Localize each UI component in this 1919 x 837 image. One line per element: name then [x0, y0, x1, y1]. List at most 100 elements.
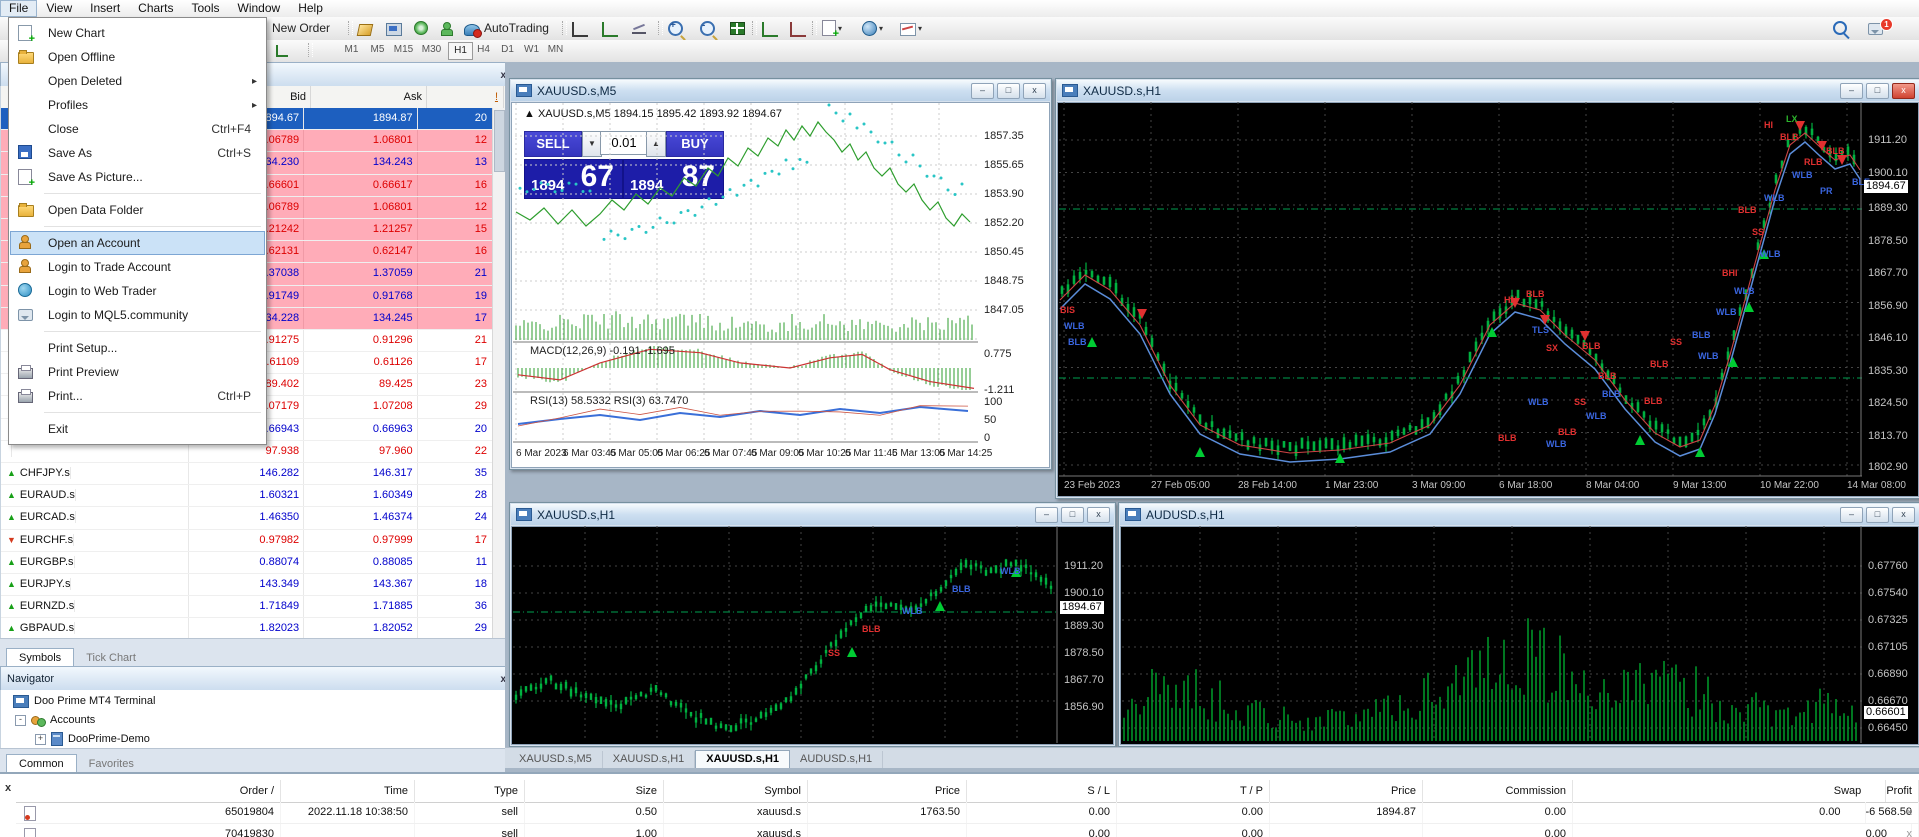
market-watch-row[interactable]: EURCHF.s 0.97982 0.97999 17	[1, 530, 493, 552]
tree-item-accounts[interactable]: - Accounts	[15, 711, 95, 729]
panel-tab[interactable]: Symbols	[6, 648, 74, 667]
file-menu-item[interactable]: Open Deleted	[10, 69, 265, 93]
autotrading-button[interactable]: AutoTrading	[484, 19, 549, 37]
close-position-icon[interactable]: x	[1907, 824, 1913, 837]
window-titlebar[interactable]: XAUUSD.s,H1 – □ x	[511, 504, 1114, 525]
file-menu-item[interactable]: Print... Ctrl+P	[10, 384, 265, 408]
menu-item[interactable]: File	[0, 0, 37, 17]
file-menu-item[interactable]: Open an Account	[10, 231, 265, 255]
market-watch-row[interactable]: CHFJPY.s 146.282 146.317 35	[1, 463, 493, 485]
restore-button[interactable]: □	[1866, 507, 1889, 523]
volume-decrease-button[interactable]: ▼	[582, 131, 602, 157]
file-menu-item[interactable]: Save As Picture...	[10, 165, 265, 189]
panel-tab[interactable]: Tick Chart	[74, 649, 148, 667]
minimize-button[interactable]: –	[1840, 83, 1863, 99]
minimize-button[interactable]: –	[1840, 507, 1863, 523]
zoom-out-icon[interactable]: -	[700, 19, 715, 37]
options-icon[interactable]	[440, 19, 452, 37]
terminal-column-header[interactable]: S / L	[967, 780, 1117, 802]
terminal-column-header[interactable]: Profit	[1886, 780, 1919, 802]
collapse-icon[interactable]: -	[15, 715, 26, 726]
timeframe-button[interactable]: W1	[520, 42, 543, 58]
file-menu-item[interactable]: Save As Ctrl+S	[10, 141, 265, 165]
panel-tab[interactable]: Favorites	[77, 755, 146, 773]
col-spread[interactable]: !	[427, 86, 504, 108]
market-watch-scrollbar[interactable]	[492, 108, 506, 638]
timeframe-button[interactable]: D1	[496, 42, 519, 58]
menu-item[interactable]: Charts	[129, 0, 182, 17]
menu-item[interactable]: Help	[289, 0, 332, 17]
expand-icon[interactable]: +	[35, 734, 46, 745]
volume-increase-button[interactable]: ▲	[646, 131, 666, 157]
terminal-column-header[interactable]: Swap	[1573, 780, 1886, 802]
restore-button[interactable]: □	[1061, 507, 1084, 523]
terminal-column-header[interactable]: Symbol	[664, 780, 808, 802]
chart-canvas-h1b[interactable]	[511, 526, 1114, 745]
timeframe-button[interactable]: M1	[340, 42, 363, 58]
chart-tab[interactable]: XAUUSD.s,H1	[695, 750, 790, 768]
tree-item-account-demo[interactable]: + DooPrime-Demo	[35, 730, 150, 748]
chart-canvas-h1[interactable]	[1057, 102, 1919, 497]
history-center-icon[interactable]	[358, 19, 372, 37]
terminal-column-header[interactable]: Time	[281, 780, 415, 802]
file-menu-item[interactable]: Open Data Folder	[10, 198, 265, 222]
buy-button[interactable]: BUY	[666, 131, 724, 157]
zoom-in-icon[interactable]: +	[668, 19, 683, 37]
chart-tab[interactable]: AUDUSD.s,H1	[790, 751, 883, 768]
file-menu-item[interactable]: New Chart	[10, 21, 265, 45]
terminal-column-header[interactable]: Price	[1270, 780, 1423, 802]
file-menu-item[interactable]: Print Setup...	[10, 336, 265, 360]
menu-item[interactable]: Tools	[183, 0, 229, 17]
close-button[interactable]: x	[1892, 83, 1915, 99]
templates-icon[interactable]: ▾	[900, 19, 922, 37]
file-menu-item[interactable]: Login to Web Trader	[10, 279, 265, 303]
candlestick-mode-icon[interactable]	[602, 19, 618, 37]
timeframe-button[interactable]: H1	[448, 42, 473, 60]
timeframe-button[interactable]: M30	[420, 42, 443, 58]
menu-item[interactable]: View	[37, 0, 81, 17]
market-watch-row[interactable]: EURGBP.s 0.88074 0.88085 11	[1, 552, 493, 574]
chart-tab[interactable]: XAUUSD.s,H1	[603, 751, 696, 768]
col-ask[interactable]: Ask	[311, 86, 427, 108]
chart-shift-icon[interactable]	[790, 19, 806, 37]
market-watch-row[interactable]: EURJPY.s 143.349 143.367 18	[1, 574, 493, 596]
market-watch-row[interactable]: GBPAUD.s 1.82023 1.82052 29	[1, 618, 493, 638]
chart-canvas-aud[interactable]	[1120, 526, 1919, 745]
periods-icon[interactable]: ▾	[862, 19, 883, 37]
panel-tab[interactable]: Common	[6, 754, 77, 773]
sell-button[interactable]: SELL	[524, 131, 582, 157]
order-row[interactable]: 650198042022.11.18 10:38:50sell 0.50xauu…	[16, 802, 1919, 824]
menu-item[interactable]: Insert	[81, 0, 129, 17]
terminal-column-header[interactable]: Type	[415, 780, 525, 802]
sell-price-panel[interactable]: 1894 67	[524, 159, 623, 199]
market-watch-row[interactable]: EURCAD.s 1.46350 1.46374 24	[1, 507, 493, 529]
volume-input[interactable]: 0.01	[600, 131, 648, 155]
window-titlebar[interactable]: AUDUSD.s,H1 – □ x	[1120, 504, 1919, 525]
tile-windows-icon[interactable]	[730, 19, 745, 37]
restore-button[interactable]: □	[997, 83, 1020, 99]
terminal-column-header[interactable]: Price	[808, 780, 967, 802]
terminal-column-header[interactable]: Order /	[16, 780, 281, 802]
search-icon[interactable]	[1833, 19, 1847, 37]
terminal-column-header[interactable]: Commission	[1423, 780, 1573, 802]
autotrading-icon[interactable]	[464, 19, 480, 37]
close-position-icon[interactable]: x	[1907, 802, 1913, 823]
file-menu-item[interactable]: Profiles	[10, 93, 265, 117]
file-menu-item[interactable]: Login to Trade Account	[10, 255, 265, 279]
file-menu-item[interactable]: Print Preview	[10, 360, 265, 384]
signals-icon[interactable]	[414, 19, 428, 37]
market-watch-row[interactable]: EURNZD.s 1.71849 1.71885 36	[1, 596, 493, 618]
minimize-button[interactable]: –	[1035, 507, 1058, 523]
timeframe-button[interactable]: M5	[366, 42, 389, 58]
indicators-icon[interactable]: ▾	[822, 19, 842, 37]
charts-bar-icon[interactable]	[276, 41, 288, 59]
terminal-close-icon[interactable]: x	[5, 782, 11, 794]
timeframe-button[interactable]: M15	[392, 42, 415, 58]
new-order-button[interactable]: New Order	[272, 19, 330, 37]
line-chart-mode-icon[interactable]	[632, 19, 646, 37]
chart-tab[interactable]: XAUUSD.s,M5	[509, 751, 603, 768]
minimize-button[interactable]: –	[971, 83, 994, 99]
window-titlebar[interactable]: XAUUSD.s,M5 – □ x	[511, 80, 1050, 101]
terminal-column-header[interactable]: T / P	[1117, 780, 1270, 802]
close-button[interactable]: x	[1087, 507, 1110, 523]
